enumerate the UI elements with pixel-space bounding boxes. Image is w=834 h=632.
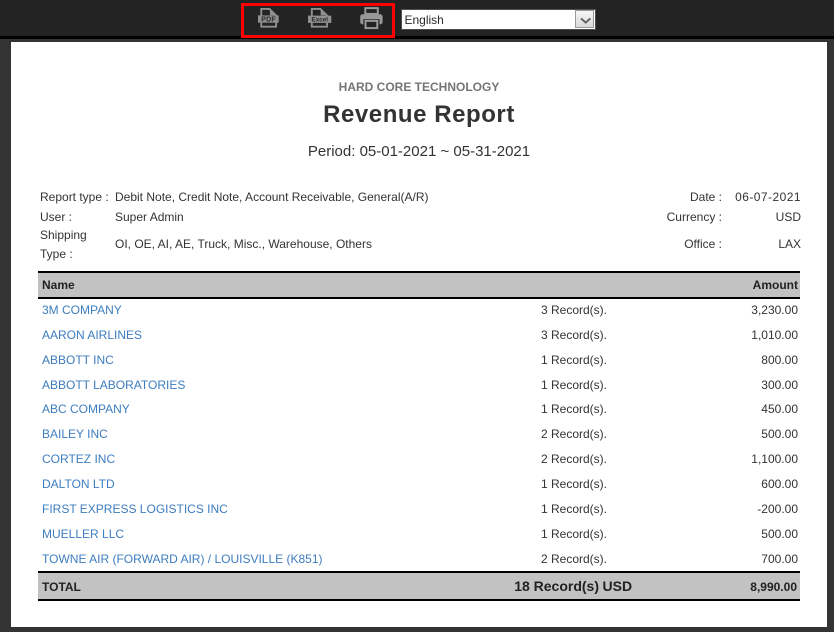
svg-text:PDF: PDF bbox=[261, 16, 276, 23]
svg-text:Excel: Excel bbox=[311, 16, 328, 23]
